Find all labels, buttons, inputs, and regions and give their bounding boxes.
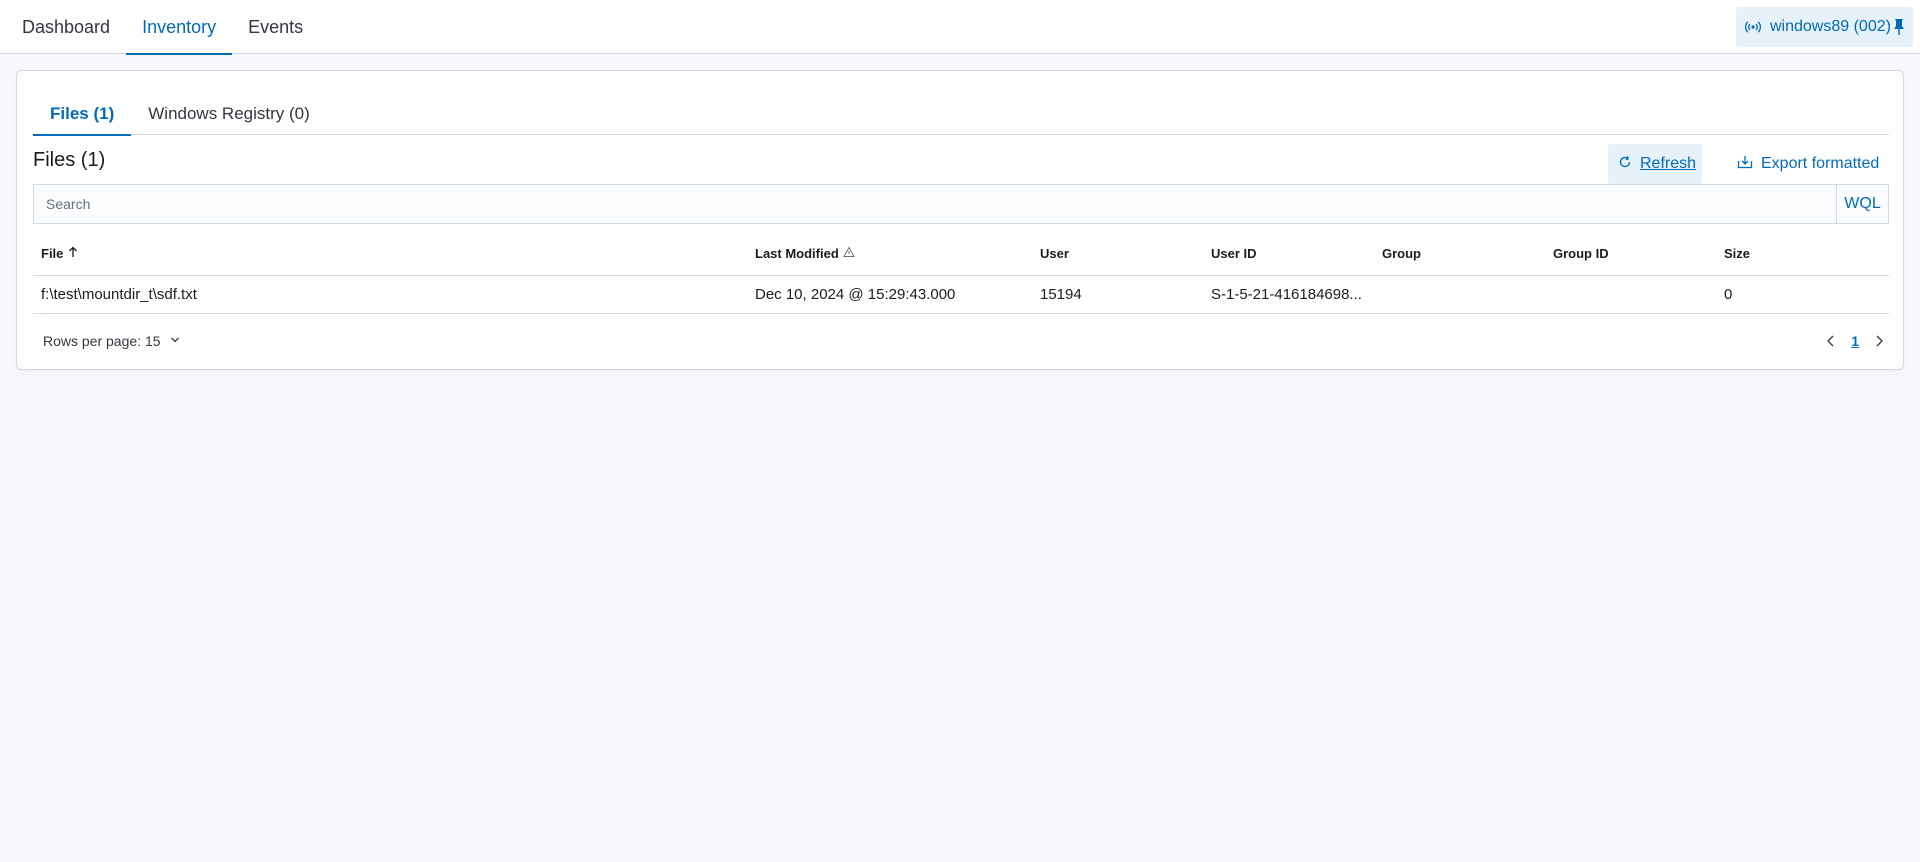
tab-dashboard[interactable]: Dashboard <box>6 0 126 54</box>
column-header-group[interactable]: Group <box>1374 233 1545 276</box>
search-bar: WQL <box>33 184 1889 224</box>
column-header-user-id[interactable]: User ID <box>1203 233 1374 276</box>
agent-selector[interactable]: windows89 (002) <box>1736 7 1913 47</box>
cell-group-id <box>1545 275 1716 314</box>
export-label: Export formatted <box>1761 155 1880 172</box>
agent-label: windows89 (002) <box>1770 18 1891 35</box>
cell-file: f:\test\mountdir_t\sdf.txt <box>33 275 747 314</box>
tab-files[interactable]: Files (1) <box>33 93 132 136</box>
column-header-user[interactable]: User <box>1032 233 1203 276</box>
pagination: 1 <box>1825 327 1885 355</box>
table-row[interactable]: f:\test\mountdir_t\sdf.txt Dec 10, 2024 … <box>33 275 1889 314</box>
files-table: File Last Modified User User ID Group Gr… <box>33 233 1889 314</box>
column-header-group-id[interactable]: Group ID <box>1545 233 1716 276</box>
next-page-button[interactable] <box>1873 334 1885 348</box>
cell-size: 0 <box>1716 275 1889 314</box>
tab-windows-registry[interactable]: Windows Registry (0) <box>131 93 327 135</box>
tab-events[interactable]: Events <box>232 0 319 54</box>
pin-icon[interactable] <box>1891 18 1907 36</box>
rows-per-page-selector[interactable]: Rows per page: 15 <box>43 327 181 355</box>
tab-inventory[interactable]: Inventory <box>126 0 233 55</box>
previous-page-button[interactable] <box>1825 334 1837 348</box>
main-nav: Dashboard Inventory Events <box>6 0 319 55</box>
chevron-right-icon <box>1876 335 1883 347</box>
page-link-1[interactable]: 1 <box>1851 333 1859 349</box>
cell-last-modified: Dec 10, 2024 @ 15:29:43.000 <box>747 275 1032 314</box>
refresh-button[interactable]: Refresh <box>1608 144 1702 184</box>
column-header-size[interactable]: Size <box>1716 233 1889 276</box>
sort-ascending-icon <box>63 246 79 261</box>
search-input[interactable] <box>34 185 1836 223</box>
chevron-down-icon <box>161 333 181 349</box>
cell-user-id: S-1-5-21-416184698... <box>1203 275 1374 314</box>
column-label: Last Modified <box>755 246 839 262</box>
top-bar: Dashboard Inventory Events windows89 (00… <box>0 0 1920 55</box>
table-header-row: File Last Modified User User ID Group Gr… <box>33 233 1889 276</box>
export-icon <box>1737 155 1753 174</box>
column-header-file[interactable]: File <box>33 233 747 276</box>
section-title: Files (1) <box>33 149 106 171</box>
inventory-panel: Files (1) Windows Registry (0) Files (1)… <box>16 70 1904 370</box>
warning-icon <box>839 246 855 261</box>
refresh-label: Refresh <box>1640 155 1697 172</box>
cell-user: 15194 <box>1032 275 1203 314</box>
column-label: File <box>41 246 64 262</box>
inventory-subtabs: Files (1) Windows Registry (0) <box>33 93 1889 136</box>
export-formatted-button[interactable]: Export formatted <box>1737 144 1879 184</box>
column-header-last-modified[interactable]: Last Modified <box>747 233 1032 276</box>
cell-group <box>1374 275 1545 314</box>
chevron-left-icon <box>1827 335 1834 347</box>
wql-toggle-button[interactable]: WQL <box>1836 185 1888 223</box>
refresh-icon <box>1618 155 1632 174</box>
signal-icon <box>1744 18 1762 36</box>
rows-per-page-label: Rows per page: 15 <box>43 333 161 349</box>
